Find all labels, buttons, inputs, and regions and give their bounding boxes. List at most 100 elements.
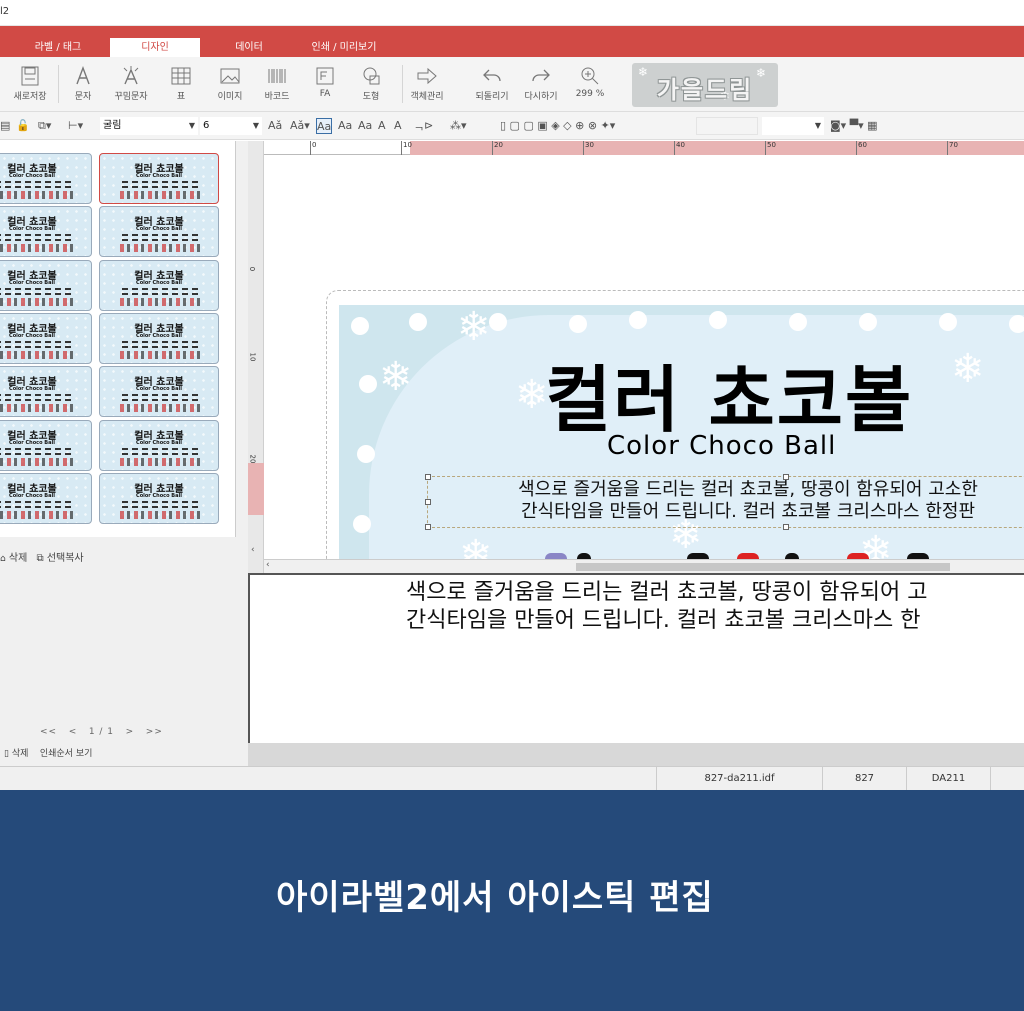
align-icon[interactable]: ▤ <box>0 118 10 134</box>
label-thumbnail[interactable]: 컬러 쵸코볼 Color Choco Ball <box>0 419 92 471</box>
text-button[interactable]: 문자 <box>66 61 100 107</box>
decor-text-icon <box>123 66 139 85</box>
zoom-button[interactable]: 299 % <box>568 61 612 107</box>
font-outline-icon[interactable]: A <box>394 118 402 134</box>
decor-text-button[interactable]: 꾸밈문자 <box>106 61 156 107</box>
bottom-delete-button[interactable]: 삭제 <box>12 749 29 759</box>
pager-page: 1 / 1 <box>88 727 115 737</box>
fill-color-icon[interactable]: ◙▾ ▀▾ ▦ <box>830 118 878 134</box>
brand-logo-text: 가을드림 <box>656 76 754 104</box>
barcode-button[interactable]: 바코드 <box>256 61 298 107</box>
pager-next[interactable]: > <box>126 727 135 737</box>
ruler-tick: 10 <box>401 141 412 155</box>
scroll-left-icon[interactable]: ‹ <box>266 560 270 570</box>
thumb-subtitle: Color Choco Ball <box>136 386 182 393</box>
lock-icon[interactable]: 🔓 <box>16 118 30 134</box>
shape-button[interactable]: 도형 <box>352 61 390 107</box>
line-style-select[interactable] <box>696 117 758 135</box>
ruler-tick: 60 <box>856 141 867 155</box>
tab-print-preview[interactable]: 인쇄 / 미리보기 <box>298 38 390 57</box>
label-thumbnail[interactable]: 컬러 쵸코볼 Color Choco Ball <box>99 259 219 311</box>
label-thumbnail[interactable]: 컬러 쵸코볼 Color Choco Ball <box>99 366 219 418</box>
snow-dot <box>939 313 957 331</box>
label-thumbnail[interactable]: 컬러 쵸코볼 Color Choco Ball <box>0 206 92 258</box>
label-thumbnail[interactable]: 컬러 쵸코볼 Color Choco Ball <box>99 419 219 471</box>
redo-button[interactable]: 다시하기 <box>518 61 564 107</box>
ruler-tick: 50 <box>765 141 776 155</box>
ruler-tick: 70 <box>947 141 958 155</box>
pager-prev[interactable]: < <box>69 727 78 737</box>
text-editor-content[interactable]: 색으로 즐거움을 드리는 컬러 쵸코볼, 땅콩이 함유되어 고 간식타임을 만들… <box>406 579 927 635</box>
thumb-text-line <box>122 287 198 290</box>
scroll-left-icon[interactable]: ‹ <box>251 545 255 555</box>
thumb-text-line <box>0 181 71 183</box>
group-icon[interactable]: ⧉▾ <box>38 118 51 134</box>
fa-button[interactable]: FA <box>308 61 342 107</box>
table-button[interactable]: 표 <box>164 61 198 107</box>
snow-dot <box>569 315 587 333</box>
font-style-icon[interactable]: Aa <box>316 118 333 134</box>
font-grow-icon[interactable]: Aǎ <box>268 118 282 134</box>
app-window: l2 라벨 / 태그 디자인 데이터 인쇄 / 미리보기 새로저장 문자 꾸밈문… <box>0 0 1024 1011</box>
copy-selected-button[interactable]: 선택복사 <box>47 553 84 564</box>
object-manage-button[interactable]: 객체관리 <box>404 61 450 107</box>
label-thumbnail[interactable]: 컬러 쵸코볼 Color Choco Ball <box>99 312 219 364</box>
label-thumbnail[interactable]: 컬러 쵸코볼 Color Choco Ball <box>0 366 92 418</box>
text-effect-icon[interactable]: ⁂▾ <box>450 118 467 134</box>
thumb-text-line <box>122 239 198 242</box>
text-editor-panel[interactable]: 색으로 즐거움을 드리는 컬러 쵸코볼, 땅콩이 함유되어 고 간식타임을 만들… <box>248 573 1024 743</box>
label-thumbnail[interactable]: 컬러 쵸코볼 Color Choco Ball <box>99 472 219 524</box>
fa-label: FA <box>319 89 331 99</box>
vertical-ruler: 0 10 20 ‹ <box>248 141 264 573</box>
layer-icon[interactable]: ⊢▾ <box>68 118 83 134</box>
resize-handle[interactable] <box>783 524 789 530</box>
tab-label-tag[interactable]: 라벨 / 태그 <box>12 38 104 57</box>
pager-first[interactable]: << <box>40 727 57 737</box>
undo-button[interactable]: 되돌리기 <box>470 61 514 107</box>
save-as-button[interactable]: 새로저장 <box>6 61 54 107</box>
tab-design[interactable]: 디자인 <box>110 38 200 57</box>
label-subtitle[interactable]: Color Choco Ball <box>607 431 836 461</box>
status-model: DA211 <box>906 767 990 791</box>
text-direction-icon[interactable]: ᆨ⊳ <box>414 118 433 134</box>
image-button[interactable]: 이미지 <box>210 61 250 107</box>
label-thumbnail[interactable]: 컬러 쵸코볼 Color Choco Ball <box>0 312 92 364</box>
label-thumbnail[interactable]: 컬러 쵸코볼 Color Choco Ball <box>0 259 92 311</box>
line-width-select[interactable]: ▼ <box>762 117 824 135</box>
font-size-select[interactable]: 6 ▼ <box>200 117 262 135</box>
thumb-text-line <box>122 399 198 402</box>
label-thumbnail[interactable]: 컬러 쵸코볼 Color Choco Ball <box>99 153 219 204</box>
thumb-text-line <box>0 239 71 242</box>
thumbnail-actions: ⌂ 삭제 ⧉ 선택복사 <box>0 549 84 564</box>
label-thumbnail[interactable]: 컬러 쵸코볼 Color Choco Ball <box>0 472 92 524</box>
thumb-text-line <box>0 186 71 188</box>
horizontal-scrollbar[interactable]: ‹ <box>264 559 1024 573</box>
font-underline-icon[interactable]: Aa <box>358 118 372 134</box>
resize-handle[interactable] <box>425 524 431 530</box>
align-tools-icon[interactable]: ▯ ▢ ▢ ▣ ◈ ◇ ⊕ ⊗ ✦▾ <box>500 118 615 134</box>
font-name-select[interactable]: 굴림 ▼ <box>100 117 198 135</box>
thumb-subtitle: Color Choco Ball <box>9 492 55 499</box>
font-italic-icon[interactable]: Aa <box>338 118 352 134</box>
delete-icon: ⌂ <box>0 554 6 564</box>
snow-dot <box>859 313 877 331</box>
vruler-tick: 20 <box>248 454 257 464</box>
label-description-box[interactable]: 색으로 즐거움을 드리는 컬러 쵸코볼, 땅콩이 함유되어 고소한 간식타임을 … <box>425 474 1024 530</box>
thumb-illustration <box>0 510 73 519</box>
font-bold-icon[interactable]: A <box>378 118 386 134</box>
label-sticker[interactable]: ❄ ❄ ❄ ❄ ❄ ❄ ❄ 컬러 쵸코볼 Color Choco Ball 색으로 즐거움을… <box>326 290 1024 580</box>
thumb-text-line <box>0 234 71 237</box>
thumb-subtitle: Color Choco Ball <box>136 279 182 286</box>
barcode-label: 바코드 <box>264 92 290 102</box>
font-shrink-icon[interactable]: Aǎ▾ <box>290 118 310 134</box>
tab-data[interactable]: 데이터 <box>206 38 292 57</box>
print-order-button[interactable]: 인쇄순서 보기 <box>40 749 93 759</box>
scrollbar-thumb[interactable] <box>576 563 950 571</box>
pager-last[interactable]: >> <box>146 727 163 737</box>
thumb-illustration <box>0 404 73 413</box>
label-thumbnail[interactable]: 컬러 쵸코볼 Color Choco Ball <box>0 153 92 204</box>
label-thumbnail[interactable]: 컬러 쵸코볼 Color Choco Ball <box>99 206 219 258</box>
undo-label: 되돌리기 <box>475 92 509 102</box>
design-canvas-area: 0 10 20 ‹ 0 10 20 30 40 50 60 70 ❄ ❄ ❄ ❄ ❄ ❄ ❄ 컬러 쵸코볼… <box>248 141 1024 580</box>
delete-label-button[interactable]: 삭제 <box>9 553 27 564</box>
